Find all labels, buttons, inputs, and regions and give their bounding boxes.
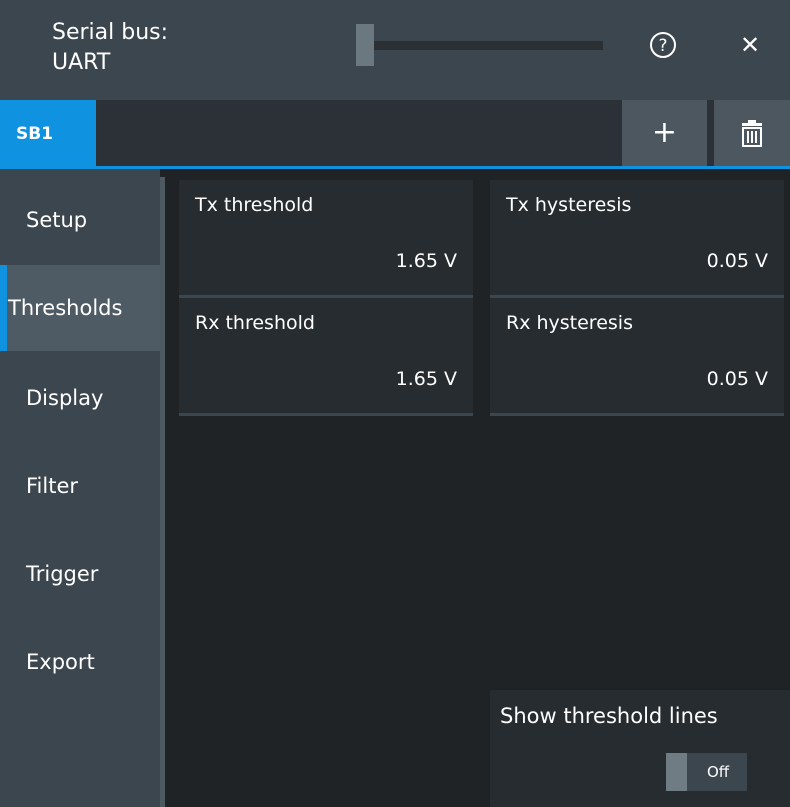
dialog-header: Serial bus: UART ? ✕ — [0, 0, 790, 100]
svg-text:?: ? — [658, 36, 667, 56]
add-bus-button[interactable]: + — [622, 100, 707, 166]
sidebar-item-label: Display — [26, 386, 104, 410]
toggle-knob — [666, 753, 687, 791]
plus-icon: + — [651, 115, 678, 150]
sidebar-item-label: Filter — [26, 474, 79, 498]
sidebar-item-setup[interactable]: Setup — [0, 177, 160, 263]
dialog-title: Serial bus: UART — [52, 18, 168, 78]
transparency-slider-track[interactable] — [374, 41, 603, 50]
tab-bar: SB1 + — [0, 100, 790, 169]
tx-threshold-value: 1.65 V — [395, 250, 457, 272]
rx-threshold-value: 1.65 V — [395, 368, 457, 390]
title-line-2: UART — [52, 50, 111, 75]
tab-sb1[interactable]: SB1 — [0, 100, 96, 168]
rx-hysteresis-label: Rx hysteresis — [506, 312, 633, 334]
question-circle-icon: ? — [650, 32, 676, 58]
sidebar-item-display[interactable]: Display — [0, 355, 160, 441]
sidebar-item-trigger[interactable]: Trigger — [0, 531, 160, 617]
help-button[interactable]: ? — [648, 30, 678, 60]
sidebar-item-label: Thresholds — [8, 296, 123, 320]
tx-threshold-field[interactable]: Tx threshold 1.65 V — [179, 180, 473, 298]
tx-threshold-label: Tx threshold — [195, 194, 314, 216]
tx-hysteresis-value: 0.05 V — [706, 250, 768, 272]
trash-icon — [742, 120, 762, 147]
delete-bus-button[interactable] — [714, 100, 790, 166]
sidebar-item-filter[interactable]: Filter — [0, 443, 160, 529]
tx-hysteresis-label: Tx hysteresis — [506, 194, 632, 216]
sidebar-item-label: Setup — [26, 208, 88, 232]
rx-threshold-field[interactable]: Rx threshold 1.65 V — [179, 298, 473, 416]
field-underline — [490, 413, 784, 416]
title-line-1: Serial bus: — [52, 20, 169, 45]
sidebar-nav: Setup Thresholds Display Filter Trigger … — [0, 169, 160, 807]
rx-hysteresis-field[interactable]: Rx hysteresis 0.05 V — [490, 298, 784, 416]
rx-hysteresis-value: 0.05 V — [706, 368, 768, 390]
rx-threshold-label: Rx threshold — [195, 312, 315, 334]
sidebar-item-label: Trigger — [26, 562, 99, 586]
show-threshold-lines-toggle[interactable]: Off — [666, 753, 747, 791]
field-underline — [179, 413, 473, 416]
close-icon: ✕ — [739, 31, 761, 59]
show-threshold-lines-panel: Show threshold lines Off — [490, 690, 790, 807]
sidebar-item-export[interactable]: Export — [0, 619, 160, 705]
sidebar-item-thresholds[interactable]: Thresholds — [0, 265, 160, 351]
tx-hysteresis-field[interactable]: Tx hysteresis 0.05 V — [490, 180, 784, 298]
transparency-slider-handle[interactable] — [356, 24, 374, 66]
close-button[interactable]: ✕ — [735, 30, 765, 60]
sidebar-divider — [160, 177, 165, 807]
toggle-state: Off — [707, 763, 730, 781]
sidebar-item-label: Export — [26, 650, 95, 674]
show-threshold-lines-label: Show threshold lines — [500, 704, 718, 728]
